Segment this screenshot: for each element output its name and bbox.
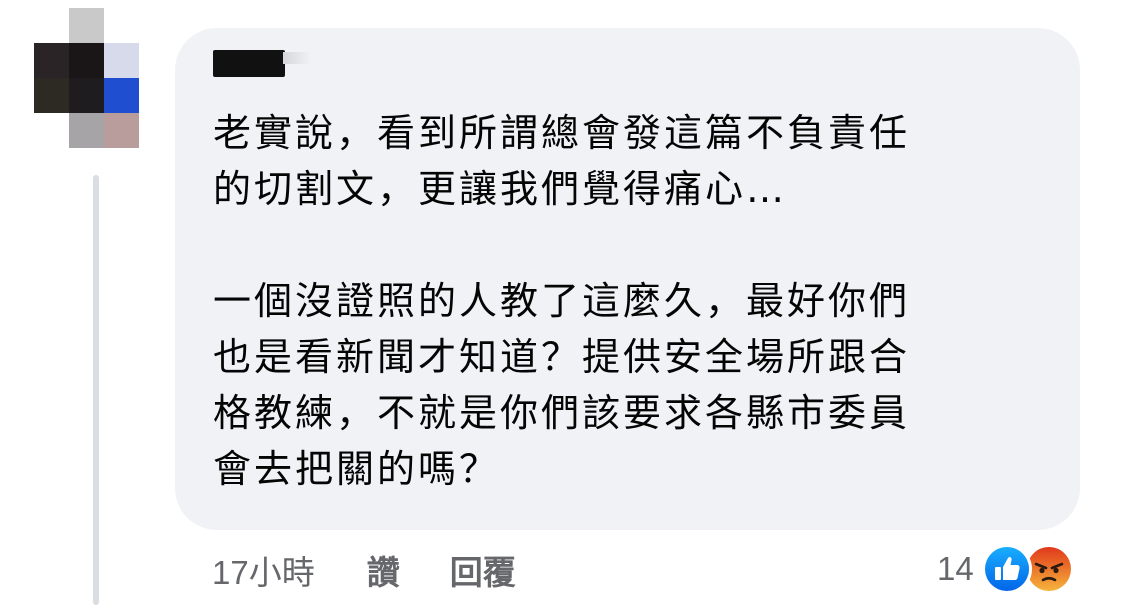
avatar-pixel (104, 113, 139, 148)
avatar-pixel (34, 78, 69, 113)
comment-bubble: 老實說，看到所謂總會發這篇不負責任 的切割文，更讓我們覺得痛心… 一個沒證照的人… (175, 28, 1080, 530)
reaction-count: 14 (937, 550, 974, 587)
author-name-redaction-fade (283, 52, 311, 64)
avatar-pixel (104, 78, 139, 113)
like-reaction-icon (981, 544, 1032, 594)
avatar-pixel (69, 78, 104, 113)
author-name-redacted[interactable] (213, 50, 285, 77)
comment-actions: 17小時 讚 回覆 (212, 545, 516, 595)
avatar-pixel (104, 43, 139, 78)
comment-paragraph-1: 老實說，看到所謂總會發這篇不負責任 的切割文，更讓我們覺得痛心… (213, 111, 911, 211)
reactions-summary[interactable]: 14 (937, 541, 1074, 597)
avatar-pixel (34, 43, 69, 78)
like-button[interactable]: 讚 (367, 546, 400, 594)
avatar-pixel (69, 8, 104, 43)
avatar-pixel (69, 43, 104, 78)
comment-text: 老實說，看到所謂總會發這篇不負責任 的切割文，更讓我們覺得痛心… 一個沒證照的人… (213, 105, 1063, 497)
avatar[interactable] (34, 8, 139, 148)
avatar-pixel (69, 113, 104, 148)
reply-thread-line (93, 175, 99, 605)
comment-paragraph-2: 一個沒證照的人教了這麼久，最好你們 也是看新聞才知道？提供安全場所跟合 格教練，… (213, 279, 911, 491)
reply-button[interactable]: 回覆 (450, 546, 516, 594)
comment-timestamp[interactable]: 17小時 (212, 546, 315, 594)
